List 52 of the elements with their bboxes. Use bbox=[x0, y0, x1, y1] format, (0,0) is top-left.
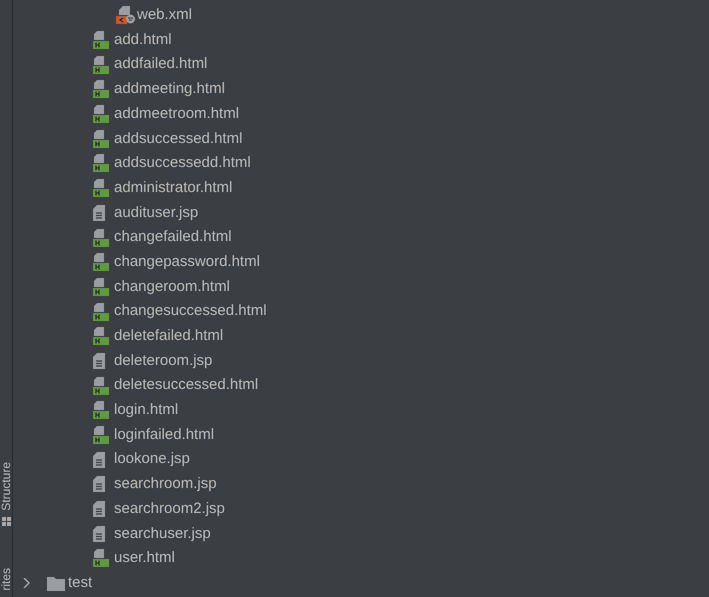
tree-item-label[interactable]: addfailed.html bbox=[114, 53, 208, 76]
tree-item-label[interactable]: login.html bbox=[114, 399, 178, 422]
tool-window-tab[interactable]: Structure bbox=[0, 462, 12, 511]
chevron-icon[interactable] bbox=[23, 578, 31, 588]
folder-icon bbox=[47, 576, 65, 591]
tree-item-label[interactable]: user.html bbox=[114, 547, 175, 570]
html-file-icon bbox=[93, 228, 109, 247]
tree-item-label[interactable]: addsuccessed.html bbox=[114, 128, 242, 150]
tree-item-label[interactable]: changeroom.html bbox=[114, 276, 230, 298]
tree-item-label[interactable]: searchuser.jsp bbox=[114, 522, 211, 546]
tree-item-label[interactable]: deletefailed.html bbox=[114, 325, 224, 348]
tree-item-label[interactable]: test bbox=[68, 572, 92, 594]
html-file-icon bbox=[93, 376, 109, 395]
tree-item-label[interactable]: searchroom2.jsp bbox=[114, 498, 225, 520]
html-file-icon bbox=[93, 179, 109, 198]
html-file-icon bbox=[93, 302, 109, 321]
html-file-icon bbox=[93, 130, 109, 148]
tree-item-label[interactable]: deletesuccessed.html bbox=[114, 374, 258, 397]
html-file-icon bbox=[93, 80, 109, 98]
document-icon bbox=[93, 526, 105, 542]
tree-item-label[interactable]: searchroom.jsp bbox=[114, 473, 217, 496]
html-file-icon bbox=[93, 154, 109, 172]
structure-icon bbox=[2, 516, 11, 526]
tool-window-tab[interactable]: rites bbox=[0, 568, 12, 591]
html-file-icon bbox=[93, 327, 109, 346]
tree-item-label[interactable]: addmeeting.html bbox=[114, 78, 225, 101]
tree-item-label[interactable]: web.xml bbox=[137, 4, 192, 27]
html-file-icon bbox=[93, 401, 109, 420]
document-icon bbox=[93, 352, 105, 369]
tree-item-label[interactable]: changepassword.html bbox=[114, 250, 260, 274]
tree-item-label[interactable]: loginfailed.html bbox=[114, 424, 214, 446]
document-icon bbox=[93, 452, 105, 468]
html-file-icon bbox=[93, 549, 109, 568]
html-file-icon bbox=[93, 56, 109, 74]
tree-item-label[interactable]: addmeetroom.html bbox=[114, 102, 240, 126]
tree-item-label[interactable]: addsuccessedd.html bbox=[114, 152, 251, 175]
html-file-icon bbox=[93, 426, 109, 444]
xml-file-icon bbox=[116, 6, 136, 24]
document-icon bbox=[93, 476, 105, 492]
html-file-icon bbox=[93, 278, 109, 296]
html-file-icon bbox=[93, 253, 109, 272]
tree-item-label[interactable]: deleteroom.jsp bbox=[114, 350, 212, 372]
tree-item-label[interactable]: changefailed.html bbox=[114, 226, 232, 249]
html-file-icon bbox=[93, 31, 109, 50]
document-icon bbox=[93, 501, 105, 518]
tree-item-label[interactable]: changesuccessed.html bbox=[114, 300, 267, 323]
tree-item-label[interactable]: administrator.html bbox=[114, 176, 232, 200]
tree-item-label[interactable]: lookone.jsp bbox=[114, 448, 190, 471]
html-file-icon bbox=[93, 105, 109, 124]
tree-item-label[interactable]: add.html bbox=[114, 28, 172, 52]
document-icon bbox=[93, 204, 105, 221]
tree-item-label[interactable]: audituser.jsp bbox=[114, 202, 198, 224]
